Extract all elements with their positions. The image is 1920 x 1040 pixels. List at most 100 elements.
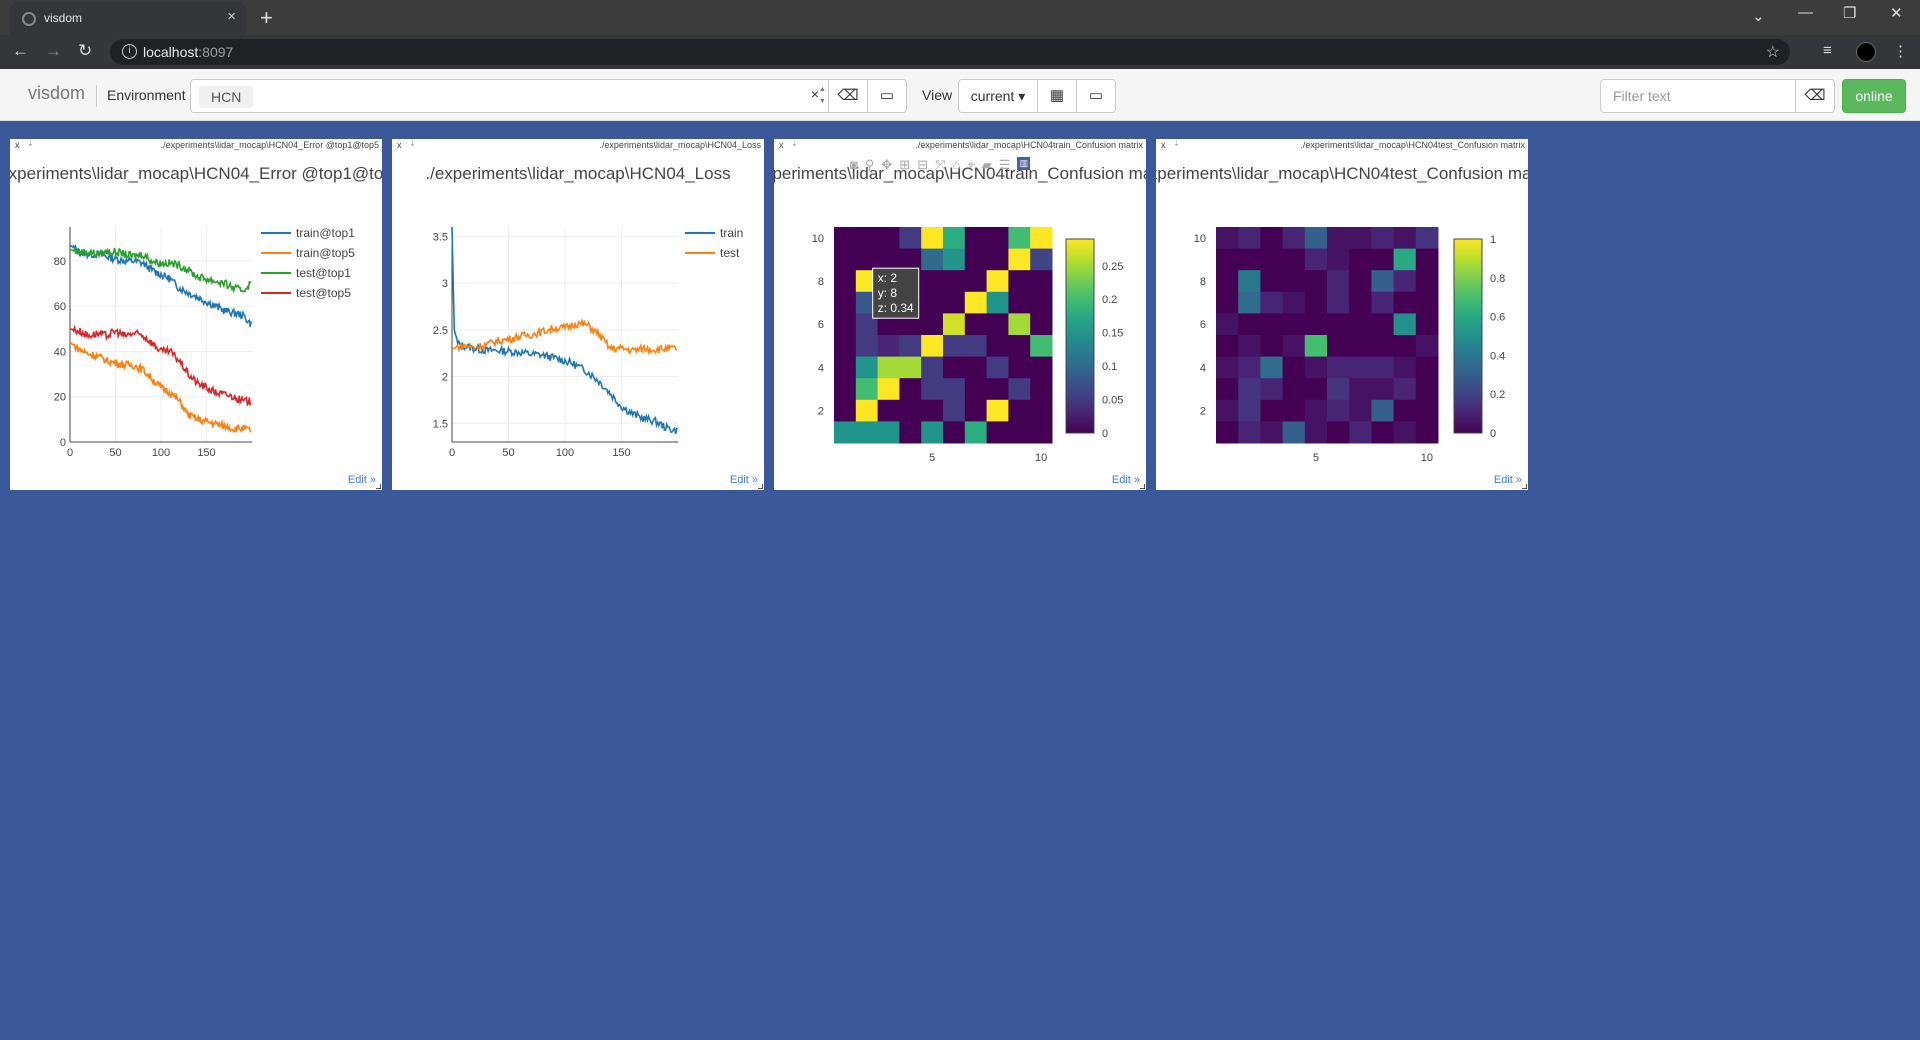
manage-views-button[interactable]: ▭ (1076, 79, 1116, 113)
y-tick-label: 10 (1194, 233, 1206, 245)
resize-handle[interactable] (758, 484, 763, 489)
heatmap-cell (1304, 335, 1328, 358)
heatmap-cell (1008, 356, 1031, 379)
pane-header-title: ./experiments\lidar_mocap\HCN04test_Conf… (1300, 140, 1525, 150)
heatmap-cell (1371, 335, 1395, 358)
clear-filter-button[interactable]: ⌫ (1795, 79, 1835, 113)
pane-close-icon[interactable]: x (1161, 140, 1166, 150)
plot-title: ./experiments\lidar_mocap\HCN04_Error @t… (10, 164, 382, 183)
browser-tab[interactable]: visdom × (10, 2, 246, 35)
heatmap-cell (1238, 378, 1261, 401)
profile-avatar[interactable] (1856, 42, 1876, 62)
y-tick-label: 8 (818, 276, 824, 288)
heatmap-cell (1216, 313, 1239, 336)
manage-env-button[interactable]: ▭ (867, 79, 907, 113)
reset-axes-icon[interactable]: ⌂ (953, 157, 968, 172)
heatmap-cell (834, 335, 857, 358)
visdom-brand[interactable]: visdom (28, 83, 85, 104)
plot-svg[interactable]: ./experiments\lidar_mocap\HCN04_Loss 0 50 1… (392, 153, 764, 473)
pane-header[interactable]: x ⇣ ./experiments\lidar_mocap\HCN04_Loss (392, 139, 764, 153)
edit-link[interactable]: Edit » (730, 474, 758, 486)
x-tick-label: 150 (197, 447, 215, 459)
heatmap-cell (1393, 313, 1417, 336)
plot-pane-test-confusion[interactable]: x ⇣ ./experiments\lidar_mocap\HCN04test_… (1156, 139, 1528, 490)
pane-download-icon[interactable]: ⇣ (791, 139, 798, 148)
repack-button[interactable]: ▦ (1037, 79, 1077, 113)
pan-icon[interactable]: ✥ (881, 157, 899, 172)
profile-dropdown-icon[interactable]: ⌄ (1752, 7, 1765, 25)
camera-icon[interactable]: ◙ (850, 157, 865, 172)
pane-download-icon[interactable]: ⇣ (409, 139, 416, 148)
pane-download-icon[interactable]: ⇣ (27, 139, 34, 148)
hover-closest-icon[interactable]: ▰ (982, 157, 999, 172)
environment-chip[interactable]: HCN (199, 86, 254, 108)
heatmap-cell (1393, 399, 1417, 422)
bookmark-star-icon[interactable]: ☆ (1766, 42, 1780, 62)
plot-svg[interactable]: ./experiments\lidar_mocap\HCN04_Error @t… (10, 153, 382, 473)
heatmap-cell (1216, 248, 1239, 271)
hover-compare-icon[interactable]: ☰ (999, 157, 1018, 172)
heatmap-cell (855, 227, 879, 250)
filter-input[interactable] (1600, 79, 1796, 113)
online-status-button[interactable]: online (1842, 79, 1906, 113)
heatmap-cell (964, 421, 988, 444)
heatmap-cell (1304, 270, 1328, 293)
zoom-in-icon[interactable]: ⊞ (899, 157, 917, 172)
heatmap-cell (1415, 291, 1439, 314)
heatmap-cell (1282, 227, 1306, 250)
environment-select[interactable]: HCN × ▲ ▼ (190, 79, 830, 113)
plotly-logo-icon[interactable]: ▥ (1017, 157, 1031, 170)
restore-icon[interactable]: ❐ (1843, 4, 1856, 22)
colorbar-tick-label: 0.15 (1102, 328, 1123, 340)
pane-close-icon[interactable]: x (779, 140, 784, 150)
y-tick-label: 6 (1200, 319, 1206, 331)
edit-link[interactable]: Edit » (348, 474, 376, 486)
menu-dots-icon[interactable]: ⋮ (1893, 42, 1908, 60)
heatmap-cell (877, 356, 900, 379)
minimize-icon[interactable]: — (1798, 4, 1813, 21)
heatmap-cell (1282, 270, 1306, 293)
pane-header[interactable]: x ⇣ ./experiments\lidar_mocap\HCN04train… (774, 139, 1146, 153)
edit-link[interactable]: Edit » (1112, 474, 1140, 486)
new-tab-button[interactable]: + (260, 5, 273, 31)
clear-env-button[interactable]: ⌫ (828, 79, 868, 113)
clear-icon[interactable]: × (811, 86, 819, 102)
plot-pane-train-confusion[interactable]: x ⇣ ./experiments\lidar_mocap\HCN04train… (774, 139, 1146, 490)
y-tick-label: 10 (812, 233, 824, 245)
spike-lines-icon[interactable]: ⌖ (967, 157, 981, 172)
y-tick-label: 60 (54, 301, 66, 313)
plot-pane-loss[interactable]: x ⇣ ./experiments\lidar_mocap\HCN04_Loss… (392, 139, 764, 490)
reload-icon[interactable]: ↻ (78, 41, 92, 61)
heatmap-cell (1216, 291, 1239, 314)
heatmap-cell (1238, 291, 1261, 314)
media-queue-icon[interactable]: ≡ (1823, 42, 1832, 59)
view-dropdown[interactable]: current ▾ (958, 79, 1038, 113)
heatmap-cell (921, 378, 944, 401)
address-bar[interactable]: i localhost:8097 ☆ (110, 39, 1790, 65)
resize-handle[interactable] (376, 484, 381, 489)
folder-open-icon: ▭ (879, 87, 895, 104)
plot-svg[interactable]: ./experiments\lidar_mocap\HCN04test_Conf… (1156, 153, 1528, 473)
zoom-out-icon[interactable]: ⊟ (917, 157, 935, 172)
back-arrow-icon[interactable]: ← (12, 41, 29, 61)
edit-link[interactable]: Edit » (1494, 474, 1522, 486)
heatmap-cell (1030, 270, 1053, 293)
forward-arrow-icon[interactable]: → (45, 41, 62, 61)
info-icon[interactable]: i (122, 44, 137, 59)
pane-close-icon[interactable]: x (397, 140, 402, 150)
zoom-icon[interactable]: ⚲ (865, 157, 882, 172)
pane-close-icon[interactable]: x (15, 140, 20, 150)
plot-svg[interactable]: ./experiments\lidar_mocap\HCN04train_Con… (774, 153, 1146, 473)
plot-pane-error[interactable]: x ⇣ ./experiments\lidar_mocap\HCN04_Erro… (10, 139, 382, 490)
autoscale-icon[interactable]: ⤧ (935, 157, 952, 172)
heatmap-cell (877, 335, 900, 358)
resize-handle[interactable] (1140, 484, 1145, 489)
pane-header[interactable]: x ⇣ ./experiments\lidar_mocap\HCN04test_… (1156, 139, 1528, 153)
window-close-icon[interactable]: ✕ (1890, 4, 1903, 22)
resize-handle[interactable] (1522, 484, 1527, 489)
tab-close-icon[interactable]: × (227, 8, 236, 25)
heatmap-cell (943, 399, 966, 422)
pane-header[interactable]: x ⇣ ./experiments\lidar_mocap\HCN04_Erro… (10, 139, 382, 153)
legend-label: test@top5 (296, 286, 351, 300)
pane-download-icon[interactable]: ⇣ (1173, 139, 1180, 148)
